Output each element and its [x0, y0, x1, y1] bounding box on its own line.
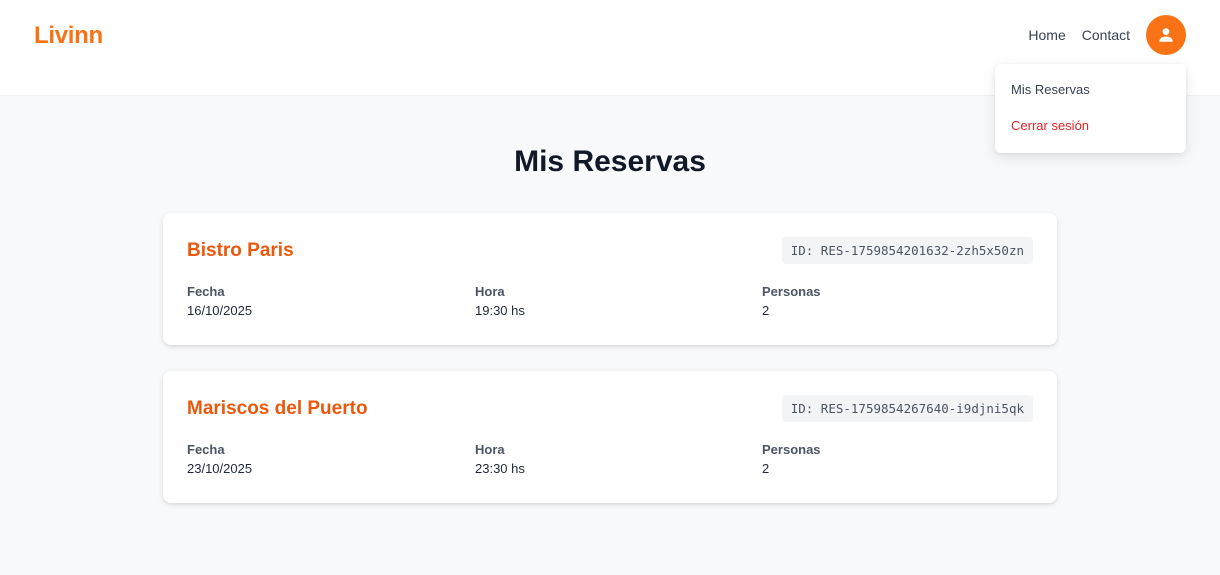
field-fecha: Fecha 23/10/2025: [187, 442, 252, 476]
field-value: 2: [762, 461, 770, 476]
app-logo[interactable]: Livinn: [34, 22, 103, 50]
field-label: Fecha: [187, 284, 225, 299]
field-value: 23:30 hs: [475, 461, 525, 476]
field-label: Personas: [762, 442, 821, 457]
user-dropdown-menu: Mis Reservas Cerrar sesión: [995, 64, 1186, 153]
reservation-card: Bistro Paris ID: RES-1759854201632-2zh5x…: [163, 213, 1057, 345]
field-value: 19:30 hs: [475, 303, 525, 318]
field-value: 16/10/2025: [187, 303, 253, 318]
field-value: 2: [762, 303, 770, 318]
field-label: Hora: [475, 442, 505, 457]
field-value: 23/10/2025: [187, 461, 253, 476]
reservation-id-badge: ID: RES-1759854201632-2zh5x50zn: [781, 237, 1033, 264]
user-icon: [1159, 28, 1173, 42]
restaurant-name: Mariscos del Puerto: [187, 398, 368, 419]
field-hora: Hora 19:30 hs: [475, 284, 525, 318]
field-personas: Personas 2: [762, 284, 821, 318]
nav-link-contact[interactable]: Contact: [1082, 27, 1130, 43]
field-fecha: Fecha 16/10/2025: [187, 284, 252, 318]
reservation-id-badge: ID: RES-1759854267640-i9djni5qk: [781, 395, 1033, 422]
user-menu-button[interactable]: [1146, 15, 1186, 55]
page-title: Mis Reservas: [514, 145, 706, 178]
field-label: Hora: [475, 284, 505, 299]
field-hora: Hora 23:30 hs: [475, 442, 525, 476]
restaurant-name: Bistro Paris: [187, 240, 294, 261]
field-personas: Personas 2: [762, 442, 821, 476]
field-label: Personas: [762, 284, 821, 299]
nav-link-home[interactable]: Home: [1028, 27, 1065, 43]
reservation-card: Mariscos del Puerto ID: RES-175985426764…: [163, 371, 1057, 503]
field-label: Fecha: [187, 442, 225, 457]
menu-item-mis-reservas[interactable]: Mis Reservas: [995, 82, 1186, 118]
main-nav: Home Contact: [1028, 15, 1186, 55]
